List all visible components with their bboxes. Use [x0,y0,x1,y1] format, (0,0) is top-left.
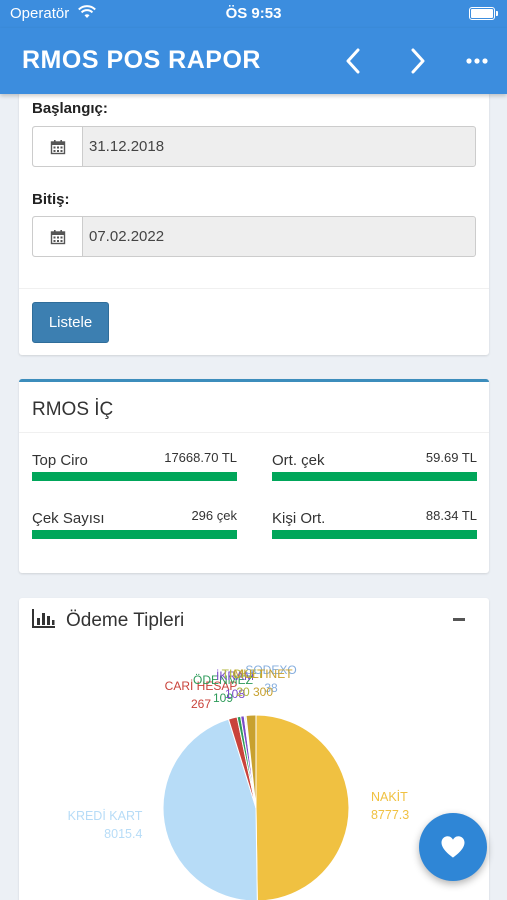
payment-pie-chart: NAKİT8777.3KREDİ KART8015.4CARİ HESAP267… [68,663,409,900]
heart-icon [441,836,465,858]
stat-value: 59.69 TL [425,450,477,465]
status-bar: Operatör ÖS 9:53 [0,0,507,28]
date-filter-card: Başlangıç: 31.12.2018 Bitiş: 07.02.2022 … [19,92,489,355]
stat-value: 17668.70 TL [164,450,237,465]
stat-average-check: Ort. çek 59.69 TL [272,450,477,484]
chevron-right-icon [411,48,425,74]
calendar-icon [33,127,83,166]
ellipsis-icon [466,58,488,64]
pie-slice-naki-t [255,714,350,900]
stat-value: 296 çek [191,508,237,523]
list-button[interactable]: Listele [32,302,109,343]
divider [19,288,489,289]
progress-bar [32,472,237,481]
stat-per-person-average: Kişi Ort. 88.34 TL [272,508,477,542]
slice-label-multinet: MULTINET [233,667,293,681]
start-date-input[interactable]: 31.12.2018 [32,126,476,167]
slice-label-kredi-kart: KREDİ KART [68,809,143,823]
progress-bar [272,472,477,481]
app-bar: RMOS POS RAPOR [0,28,507,94]
stat-check-count: Çek Sayısı 296 çek [32,508,237,542]
chevron-left-icon [346,48,360,74]
stat-label: Top Ciro [32,452,88,469]
start-date-value: 31.12.2018 [89,138,165,155]
start-date-label: Başlangıç: [32,100,108,117]
stats-card: RMOS İÇ Top Ciro 17668.70 TL Ort. çek 59… [19,379,489,573]
more-button[interactable] [457,42,497,80]
end-date-input[interactable]: 07.02.2022 [32,216,476,257]
battery-icon [469,7,498,20]
progress-bar [272,530,477,539]
slice-value-ticket: 20 [236,685,250,699]
payment-types-card: Ödeme Tipleri NAKİT 8777.3 KREDİ KART 8015.… [19,598,489,900]
stat-label: Kişi Ort. [272,510,326,527]
forward-button[interactable] [398,42,438,80]
divider [19,432,489,433]
calendar-icon [33,217,83,256]
slice-value-multinet: 300 [253,685,273,699]
clock: ÖS 9:53 [225,5,282,22]
back-button[interactable] [333,42,373,80]
app-title: RMOS POS RAPOR [22,46,261,74]
stat-label: Ort. çek [272,452,325,469]
end-date-label: Bitiş: [32,191,70,208]
stat-total-revenue: Top Ciro 17668.70 TL [32,450,237,484]
progress-bar [32,530,237,539]
slice-value-cari-hesap: 267 [191,697,211,711]
end-date-value: 07.02.2022 [89,228,165,245]
slice-value-kredi-kart: 8015.4 [104,827,142,841]
slice-value-naki-t: 8777.3 [371,808,409,822]
favorite-button[interactable] [419,813,487,881]
stat-value: 88.34 TL [425,508,477,523]
stat-label: Çek Sayısı [32,510,105,527]
stats-card-title: RMOS İÇ [32,399,114,420]
slice-label-naki-t: NAKİT [371,790,408,804]
